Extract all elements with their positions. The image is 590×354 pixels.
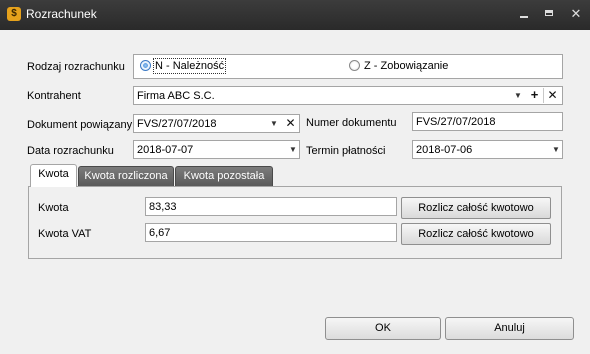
maximize-icon [545,10,553,16]
numer-dokumentu-label: Numer dokumentu [306,117,397,129]
kwota-label: Kwota [38,202,69,214]
money-bag-icon: $ [7,7,21,21]
tab-kwota[interactable]: Kwota [30,164,77,187]
kwota-vat-value: 6,67 [149,227,171,239]
dokument-powiazany-label: Dokument powiązany [27,119,133,131]
clear-icon[interactable]: ✕ [283,116,298,131]
plus-icon[interactable]: + [527,88,542,103]
kwota-input[interactable]: 83,33 [145,197,397,216]
tab-kwota-pozostala[interactable]: Kwota pozostała [175,166,273,186]
window-title: Rozrachunek [26,7,97,21]
radio-zobowiazanie[interactable] [349,60,360,71]
dialog-window: $ Rozrachunek ✕ Rodzaj rozrachunku N - N… [0,0,590,354]
chevron-down-icon[interactable]: ▼ [512,87,524,104]
kontrahent-combo[interactable]: Firma ABC S.C. ▼ + ✕ [133,86,563,105]
clear-icon[interactable]: ✕ [545,88,560,103]
cancel-button[interactable]: Anuluj [445,317,574,340]
chevron-down-icon[interactable]: ▼ [550,141,562,158]
chevron-down-icon[interactable]: ▼ [268,115,280,132]
data-rozrachunku-label: Data rozrachunku [27,145,114,157]
rozlicz-kwota-vat-button[interactable]: Rozlicz całość kwotowo [401,223,551,245]
close-icon: ✕ [570,6,582,21]
dokument-powiazany-value: FVS/27/07/2018 [137,118,217,130]
kwota-vat-label: Kwota VAT [38,228,92,240]
termin-platnosci-label: Termin płatności [306,145,386,157]
minimize-icon [520,16,528,18]
termin-platnosci-value: 2018-07-06 [416,144,473,156]
rodzaj-label: Rodzaj rozrachunku [27,61,125,73]
minimize-button[interactable] [518,8,530,20]
radio-naleznosc-label[interactable]: N - Należność [152,58,227,74]
maximize-button[interactable] [544,8,556,20]
close-button[interactable]: ✕ [570,6,582,21]
radio-zobowiazanie-label[interactable]: Z - Zobowiązanie [364,59,448,73]
data-rozrachunku-value: 2018-07-07 [137,144,194,156]
data-rozrachunku-picker[interactable]: 2018-07-07 ▼ [133,140,300,159]
ok-button[interactable]: OK [325,317,441,340]
kontrahent-label: Kontrahent [27,90,81,102]
dokument-powiazany-combo[interactable]: FVS/27/07/2018 ▼ ✕ [133,114,300,133]
rodzaj-radio-group: N - Należność Z - Zobowiązanie [133,54,563,79]
rozlicz-kwota-button[interactable]: Rozlicz całość kwotowo [401,197,551,219]
kwota-vat-input[interactable]: 6,67 [145,223,397,242]
termin-platnosci-picker[interactable]: 2018-07-06 ▼ [412,140,563,159]
kwota-value: 83,33 [149,201,177,213]
numer-dokumentu-value: FVS/27/07/2018 [416,116,496,128]
divider [543,88,544,103]
numer-dokumentu-input[interactable]: FVS/27/07/2018 [412,112,563,131]
title-bar[interactable]: $ Rozrachunek ✕ [0,0,590,30]
chevron-down-icon[interactable]: ▼ [287,141,299,158]
tab-kwota-rozliczona[interactable]: Kwota rozliczona [78,166,174,186]
radio-naleznosc[interactable] [140,60,151,71]
kontrahent-value: Firma ABC S.C. [137,90,215,102]
